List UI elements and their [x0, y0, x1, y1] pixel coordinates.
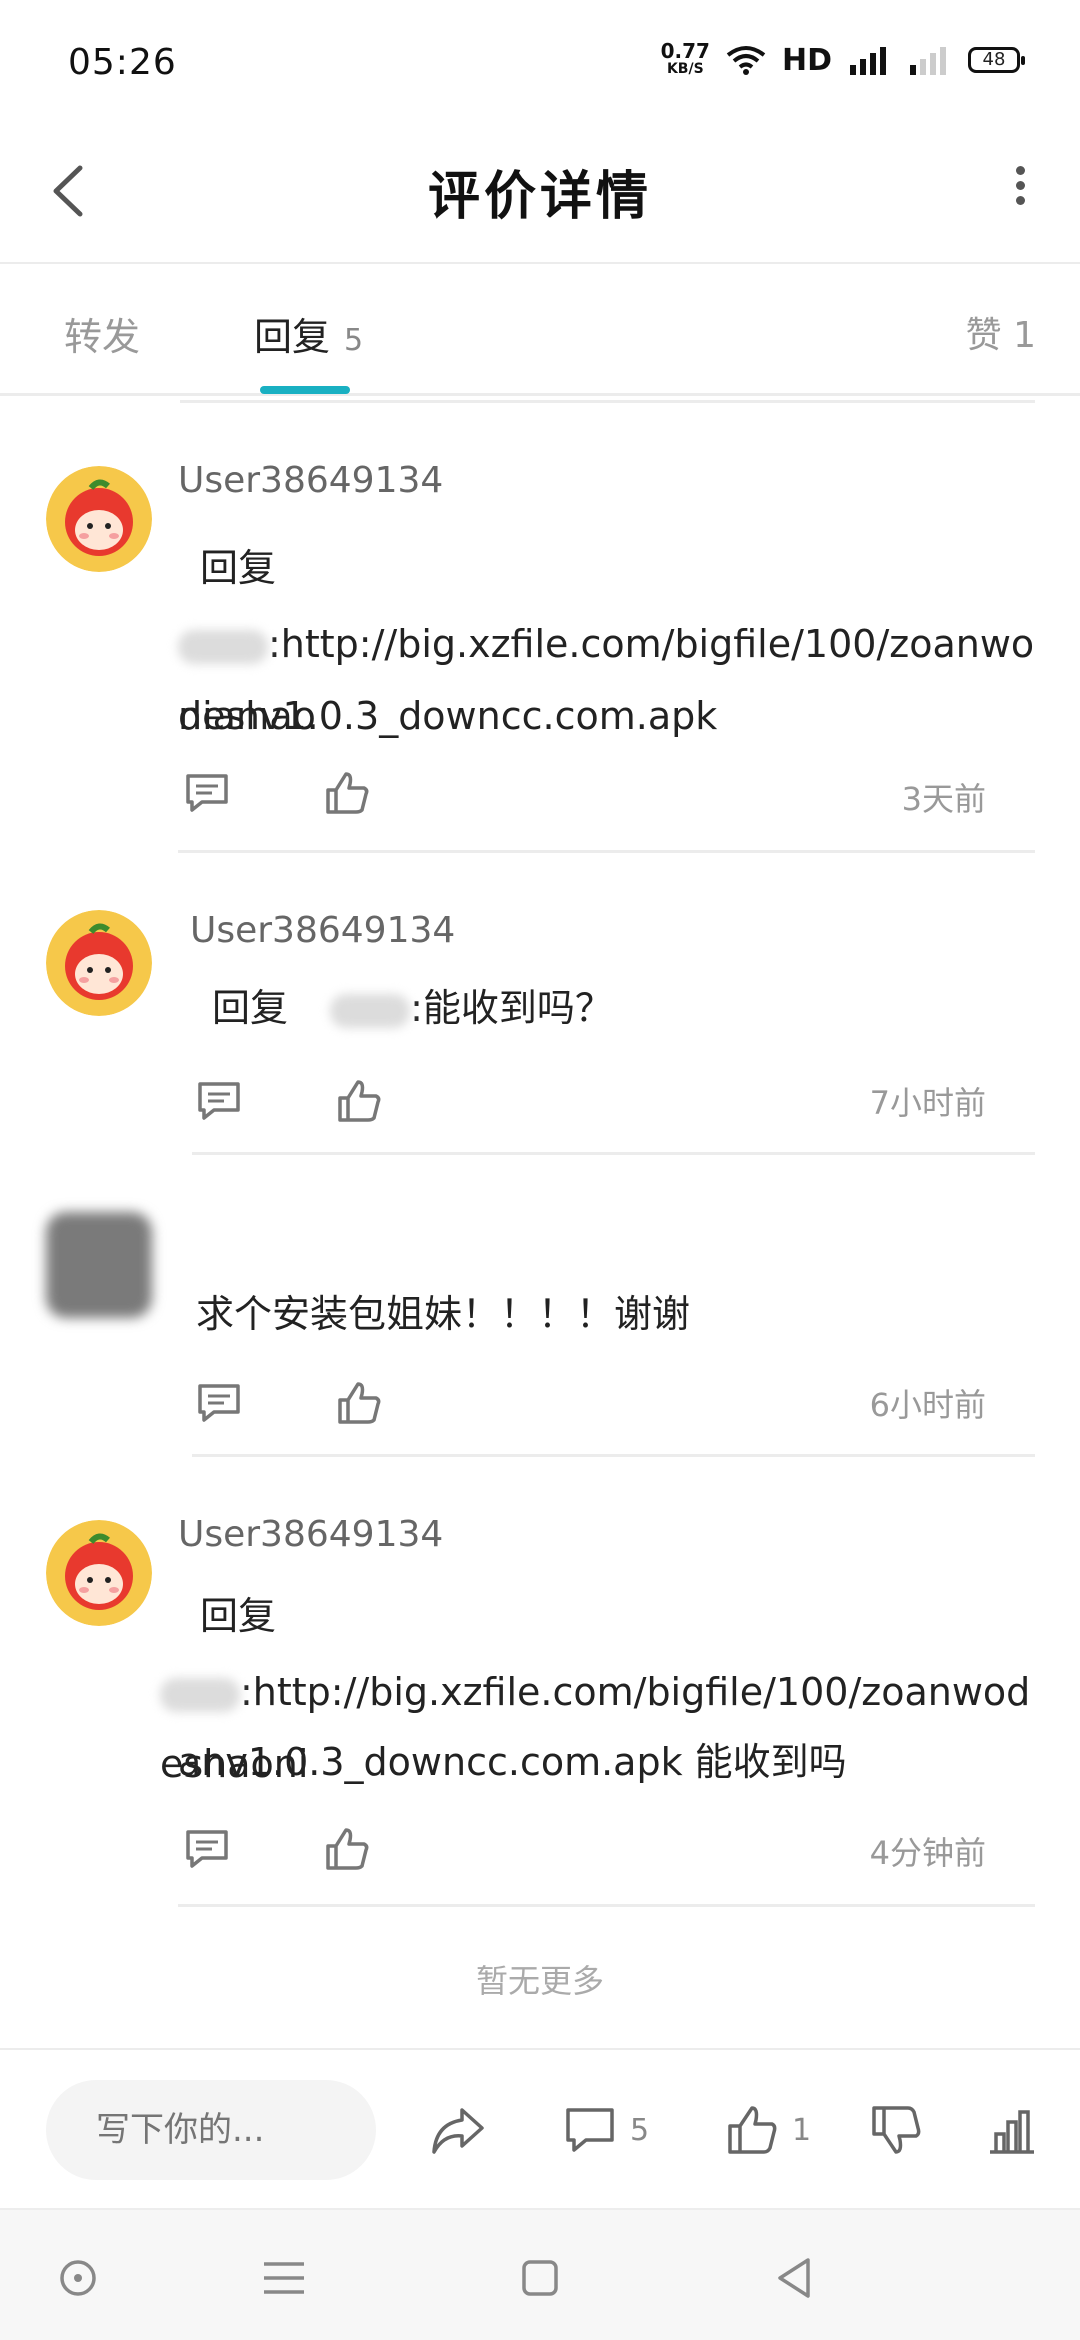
comment-time: 7小时前 [869, 1084, 986, 1122]
comment-text: 求个安装包姐妹！！！！谢谢 [196, 1292, 691, 1336]
status-time: 05:26 [68, 42, 177, 83]
comment-input[interactable] [46, 2080, 376, 2180]
comments-button[interactable]: 5 [562, 2100, 649, 2160]
signal-icon [850, 47, 886, 75]
comment-text: 回复 [200, 546, 277, 590]
like-button[interactable] [334, 1076, 384, 1126]
comment-time: 3天前 [901, 780, 986, 818]
signal-weak-icon [910, 47, 946, 75]
blurred-username [160, 1677, 240, 1712]
divider [178, 1904, 1035, 1907]
apple-avatar-icon [46, 466, 152, 572]
tab-reply-label: 回复 [254, 315, 331, 359]
apple-avatar-icon [46, 1520, 152, 1626]
comment-icon [186, 774, 228, 812]
like-button[interactable] [322, 1824, 372, 1874]
tab-like[interactable]: 赞 1 [966, 306, 1036, 358]
divider [178, 850, 1035, 853]
comment-time: 4分钟前 [869, 1834, 986, 1872]
comment-icon [186, 1830, 228, 1868]
no-more-text: 暂无更多 [475, 1962, 604, 2000]
avatar[interactable] [46, 910, 152, 1016]
hamburger-icon [264, 2262, 304, 2294]
reply-button[interactable] [182, 768, 232, 818]
avatar[interactable] [46, 1520, 152, 1626]
active-tab-indicator [260, 386, 350, 394]
username[interactable]: User38649134 [178, 460, 443, 501]
divider [180, 400, 1035, 403]
reply-button[interactable] [194, 1076, 244, 1126]
comment-text: 回复 [200, 1594, 277, 1638]
thumbs-up-icon [338, 1382, 381, 1424]
reply-button[interactable] [194, 1378, 244, 1428]
tab-bar: 转发 回复 5 赞 1 [0, 266, 1080, 396]
comment-text: nianv1.0.3_downcc.com.apk [178, 694, 718, 738]
hd-indicator: HD [781, 42, 832, 78]
back-nav-button[interactable] [768, 2250, 824, 2306]
stats-button[interactable] [984, 2100, 1040, 2160]
thumbs-up-icon [326, 772, 369, 814]
comments-count: 5 [630, 2112, 650, 2148]
home-button[interactable] [512, 2250, 568, 2306]
username[interactable]: User38649134 [178, 1514, 443, 1555]
username[interactable]: User38649134 [190, 910, 455, 951]
thumbs-up-icon [728, 2106, 777, 2154]
thumbs-up-icon [338, 1080, 381, 1122]
menu-button[interactable] [256, 2250, 312, 2306]
avatar[interactable] [46, 1212, 152, 1318]
circle-dot-icon [60, 2260, 96, 2296]
comment-icon [198, 1082, 240, 1120]
bar-chart-icon [990, 2110, 1034, 2154]
apple-avatar-icon [46, 910, 152, 1016]
status-icons: 0.77 KB/S HD 48 [660, 39, 1025, 78]
tab-forward[interactable]: 转发 [64, 306, 140, 361]
wifi-icon [726, 46, 766, 75]
comment-icon [198, 1384, 240, 1422]
dislike-button[interactable] [868, 2100, 924, 2160]
status-bar: 05:26 0.77 KB/S HD 48 [0, 0, 1080, 120]
network-speed: 0.77 KB/S [660, 39, 710, 77]
assistant-button[interactable] [50, 2250, 106, 2306]
thumbs-down-icon [872, 2106, 921, 2154]
likes-count: 1 [792, 2112, 812, 2148]
tab-reply[interactable]: 回复 5 [254, 306, 363, 361]
like-button[interactable] [322, 768, 372, 818]
comment-text: 回复 :能收到吗？ [212, 986, 613, 1030]
battery-icon: 48 [968, 47, 1025, 73]
like-post-button[interactable]: 1 [724, 2100, 811, 2160]
triangle-back-icon [778, 2258, 810, 2298]
comment-text: anv1.0.3_downcc.com.apk 能收到吗 [178, 1740, 847, 1784]
blurred-username [330, 993, 411, 1028]
blurred-username [178, 629, 268, 664]
avatar[interactable] [46, 466, 152, 572]
like-button[interactable] [334, 1378, 384, 1428]
share-arrow-icon [432, 2108, 484, 2154]
thumbs-up-icon [326, 1828, 369, 1870]
comment-bubble-icon [566, 2108, 614, 2152]
app-header: 评价详情 [0, 120, 1080, 264]
reply-button[interactable] [182, 1824, 232, 1874]
divider [192, 1454, 1035, 1457]
more-options-button[interactable] [1010, 160, 1030, 220]
square-icon [522, 2260, 558, 2296]
bottom-toolbar: 5 1 [0, 2048, 1080, 2208]
share-button[interactable] [428, 2100, 488, 2160]
comment-time: 6小时前 [869, 1386, 986, 1424]
tab-reply-count: 5 [344, 323, 364, 358]
system-nav-bar [0, 2208, 1080, 2340]
divider [192, 1152, 1035, 1155]
page-title: 评价详情 [427, 167, 652, 227]
